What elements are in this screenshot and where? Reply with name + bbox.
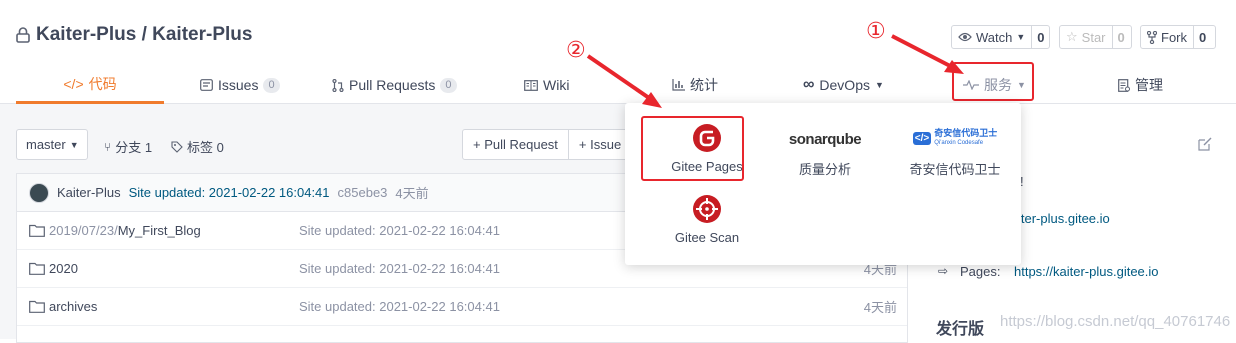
file-path-prefix: 2019/07/23/ — [49, 223, 118, 238]
file-time: 4天前 — [863, 300, 897, 315]
issues-count-badge: 0 — [263, 77, 280, 93]
tab-manage-label: 管理 — [1135, 77, 1163, 93]
tab-manage[interactable]: 管理 — [1118, 66, 1163, 104]
commit-time: 4天前 — [395, 186, 429, 201]
caret-down-icon: ▼ — [1016, 32, 1026, 42]
file-commit-message[interactable]: Site updated: 2021-02-22 16:04:41 — [299, 223, 500, 238]
file-name[interactable]: archives — [29, 299, 97, 314]
issue-icon — [200, 79, 213, 91]
star-button[interactable]: ☆ Star 0 — [1059, 25, 1132, 49]
infinity-icon: ∞ — [803, 76, 815, 93]
watermark-text: https://blog.csdn.net/qq_40761746 — [1000, 313, 1231, 330]
branch-icon: ⑂ — [104, 139, 112, 154]
qianxin-label: 奇安信代码卫士 — [909, 162, 1001, 177]
service-sonarqube[interactable]: sonarqube 质量分析 — [775, 127, 875, 178]
tab-stats-label: 统计 — [690, 77, 718, 93]
sonarqube-logo-icon: sonarqube — [788, 131, 862, 148]
tab-devops[interactable]: ∞ DevOps ▼ — [803, 66, 884, 104]
fork-label: Fork — [1161, 29, 1187, 45]
link-icon: ⇨ — [938, 264, 949, 278]
tab-stats[interactable]: 统计 — [672, 66, 718, 104]
tab-issues[interactable]: Issues 0 — [200, 66, 280, 104]
qianxin-logo-cn: 奇安信代码卫士 — [934, 128, 998, 138]
star-label: Star — [1081, 29, 1106, 45]
tab-devops-label: DevOps — [819, 77, 870, 93]
caret-down-icon: ▼ — [69, 139, 79, 150]
tab-issues-label: Issues — [218, 77, 259, 93]
folder-icon — [29, 300, 45, 313]
file-name-text[interactable]: My_First_Blog — [118, 223, 201, 238]
book-icon — [524, 79, 538, 91]
watch-label: Watch — [976, 29, 1013, 45]
tab-code[interactable]: </> 代码 — [16, 66, 164, 104]
pages-link[interactable]: https://kaiter-plus.gitee.io — [1014, 264, 1159, 279]
annotation-arrow-one — [891, 34, 964, 74]
star-icon: ☆ — [1066, 29, 1078, 44]
gitee-scan-icon — [693, 195, 721, 223]
tag-icon — [171, 140, 183, 153]
code-icon: </> — [63, 75, 84, 92]
table-row[interactable]: archives Site updated: 2021-02-22 16:04:… — [17, 288, 907, 326]
avatar[interactable] — [29, 182, 49, 203]
caret-down-icon: ▼ — [874, 80, 884, 90]
fork-count[interactable]: 0 — [1193, 26, 1211, 48]
new-pull-request-button[interactable]: + Pull Request — [463, 130, 569, 159]
tab-wiki[interactable]: Wiki — [524, 66, 569, 104]
branch-name: master — [26, 137, 66, 152]
branches-count: 分支 1 — [115, 140, 153, 155]
annotation-arrow-two — [586, 54, 662, 108]
fork-button[interactable]: Fork 0 — [1140, 25, 1216, 49]
file-name-text[interactable]: archives — [49, 299, 97, 314]
lock-icon — [16, 27, 30, 43]
pull-request-icon — [332, 78, 344, 92]
watch-count[interactable]: 0 — [1031, 26, 1049, 48]
commit-hash[interactable]: c85ebe3 — [338, 185, 388, 200]
gitee-scan-label: Gitee Scan — [674, 230, 740, 245]
tab-pull-requests-label: Pull Requests — [349, 77, 436, 93]
star-count[interactable]: 0 — [1111, 26, 1130, 48]
commit-author[interactable]: Kaiter-Plus — [57, 185, 121, 200]
file-name-text[interactable]: 2020 — [49, 261, 78, 276]
qianxin-logo-en: Qi'anxin Codesafe — [934, 140, 984, 146]
sonarqube-label: 质量分析 — [798, 162, 851, 177]
new-issue-button[interactable]: + Issue — [569, 137, 631, 152]
edit-icon[interactable] — [1197, 136, 1213, 152]
repo-title-text[interactable]: Kaiter-Plus / Kaiter-Plus — [36, 24, 252, 46]
annotation-box-gitee-pages — [641, 116, 744, 181]
commit-message[interactable]: Site updated: 2021-02-22 16:04:41 — [129, 185, 330, 200]
homepage-link[interactable]: iter-plus.gitee.io — [1018, 211, 1110, 226]
shield-icon: </> — [912, 131, 932, 145]
new-pr-issue-group: + Pull Request + Issue — [462, 129, 634, 160]
pull-requests-count-badge: 0 — [440, 77, 457, 93]
qianxin-logo-icon: </> 奇安信代码卫士 Qi'anxin Codesafe — [912, 123, 998, 153]
tags-count: 标签 0 — [187, 140, 224, 155]
service-gitee-scan[interactable]: Gitee Scan — [655, 194, 759, 245]
chart-icon — [672, 79, 685, 91]
fork-icon — [1147, 30, 1157, 44]
branch-select[interactable]: master ▼ — [16, 129, 88, 160]
settings-doc-icon — [1118, 78, 1130, 92]
folder-icon — [29, 224, 45, 237]
branches-link[interactable]: ⑂ 分支 1 — [104, 137, 152, 156]
folder-icon — [29, 262, 45, 275]
tab-wiki-label: Wiki — [543, 77, 570, 93]
file-name[interactable]: 2019/07/23/My_First_Blog — [29, 223, 201, 238]
tab-pull-requests[interactable]: Pull Requests 0 — [332, 66, 457, 104]
tab-code-label: 代码 — [88, 75, 117, 92]
file-commit-message[interactable]: Site updated: 2021-02-22 16:04:41 — [299, 299, 500, 314]
releases-heading: 发行版 — [936, 321, 985, 338]
file-name[interactable]: 2020 — [29, 261, 78, 276]
tags-link[interactable]: 标签 0 — [171, 137, 224, 156]
repo-title[interactable]: Kaiter-Plus / Kaiter-Plus — [16, 24, 252, 46]
file-commit-message[interactable]: Site updated: 2021-02-22 16:04:41 — [299, 261, 500, 276]
pages-label: Pages: — [960, 264, 1001, 279]
service-qianxin[interactable]: </> 奇安信代码卫士 Qi'anxin Codesafe 奇安信代码卫士 — [901, 123, 1009, 178]
